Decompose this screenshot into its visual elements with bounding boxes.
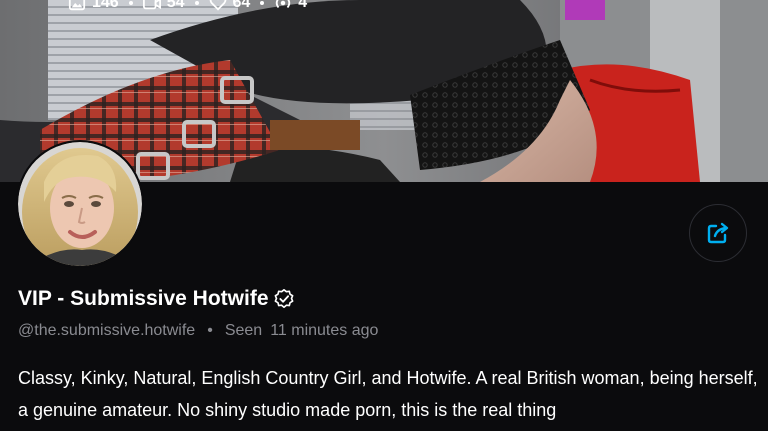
- display-name: VIP - Submissive Hotwife: [18, 287, 269, 310]
- seen-label: Seen: [224, 322, 263, 339]
- share-icon: [707, 222, 729, 244]
- media-stats: 146 54 64 4: [68, 0, 307, 12]
- likes-stat[interactable]: 64: [209, 0, 251, 12]
- handle-row: @the.submissive.hotwife • Seen 11 minute…: [18, 322, 378, 340]
- heart-icon: [209, 0, 226, 11]
- image-icon: [68, 0, 86, 11]
- separator-dot: [128, 1, 133, 5]
- separator-dot: [194, 1, 199, 5]
- streams-stat[interactable]: 4: [274, 0, 307, 12]
- separator-dot: [260, 1, 265, 5]
- name-row: VIP - Submissive Hotwife: [18, 287, 295, 311]
- streams-count: 4: [298, 0, 308, 11]
- photos-count: 146: [92, 0, 119, 11]
- videos-stat[interactable]: 54: [142, 0, 185, 12]
- last-seen-time: 11 minutes ago: [270, 322, 379, 339]
- profile-page: 146 54 64 4 VIP - Submissive Hotwife @th…: [0, 0, 768, 431]
- live-stream-icon: [276, 0, 291, 9]
- share-button[interactable]: [689, 204, 747, 262]
- verified-badge-icon: [274, 289, 293, 309]
- likes-count: 64: [232, 0, 251, 11]
- video-icon: [142, 0, 161, 10]
- videos-count: 54: [166, 0, 185, 11]
- username-handle[interactable]: @the.submissive.hotwife: [18, 322, 195, 340]
- separator-dot: •: [207, 322, 213, 339]
- profile-bio: Classy, Kinky, Natural, English Country …: [18, 368, 758, 420]
- photos-stat[interactable]: 146: [68, 0, 119, 12]
- avatar[interactable]: [16, 140, 144, 268]
